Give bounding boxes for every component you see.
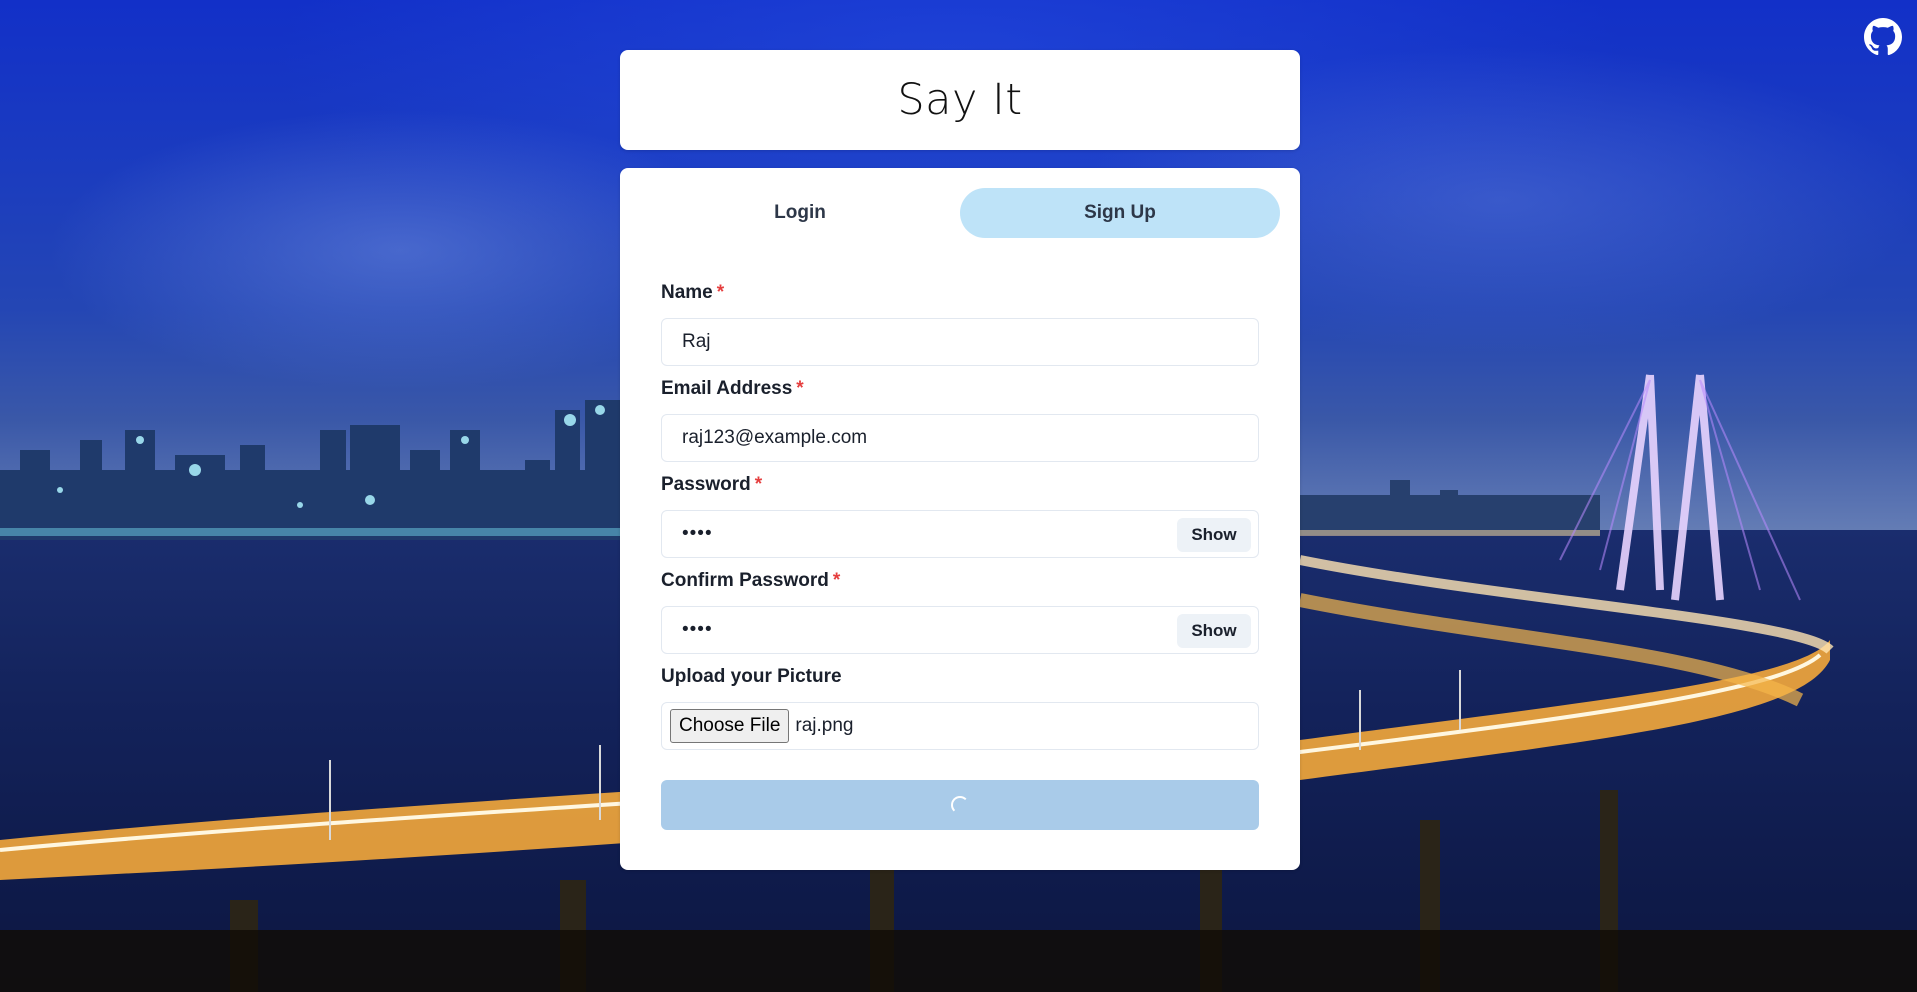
email-label: Email Address * bbox=[661, 377, 1259, 401]
tab-login[interactable]: Login bbox=[640, 188, 960, 238]
email-input[interactable]: raj123@example.com bbox=[661, 414, 1259, 462]
picture-file-input[interactable]: Choose File raj.png bbox=[661, 702, 1259, 750]
sign-up-submit-button[interactable] bbox=[661, 780, 1259, 830]
picture-field-group: Upload your Picture Choose File raj.png bbox=[661, 665, 1259, 750]
auth-tabs: Login Sign Up bbox=[640, 188, 1280, 238]
name-input[interactable]: Raj bbox=[661, 318, 1259, 366]
password-value: •••• bbox=[682, 523, 713, 544]
app-title: Say It bbox=[897, 75, 1023, 125]
show-confirm-password-button[interactable]: Show bbox=[1177, 614, 1251, 648]
password-input[interactable]: •••• Show bbox=[661, 510, 1259, 558]
email-value: raj123@example.com bbox=[682, 427, 868, 448]
required-mark: * bbox=[796, 378, 804, 399]
choose-file-button[interactable]: Choose File bbox=[670, 709, 790, 743]
password-label-text: Password bbox=[661, 474, 751, 495]
left-skyline bbox=[0, 400, 620, 540]
required-mark: * bbox=[716, 282, 725, 303]
tab-sign-up[interactable]: Sign Up bbox=[960, 188, 1280, 238]
github-icon[interactable] bbox=[1864, 18, 1902, 56]
confirm-password-input[interactable]: •••• Show bbox=[661, 606, 1259, 654]
selected-file-name: raj.png bbox=[795, 715, 854, 736]
name-value: Raj bbox=[682, 331, 711, 352]
app-header: Say It bbox=[620, 50, 1300, 150]
show-password-button[interactable]: Show bbox=[1177, 518, 1251, 552]
confirm-password-label: Confirm Password * bbox=[661, 569, 1259, 593]
confirm-password-field-group: Confirm Password * •••• Show bbox=[661, 569, 1259, 654]
name-label-text: Name bbox=[661, 282, 713, 303]
spinner-icon bbox=[951, 796, 969, 814]
password-field-group: Password * •••• Show bbox=[661, 473, 1259, 558]
picture-label: Upload your Picture bbox=[661, 666, 842, 687]
email-field-group: Email Address * raj123@example.com bbox=[661, 377, 1259, 462]
name-label: Name * bbox=[661, 281, 1259, 305]
required-mark: * bbox=[754, 474, 763, 495]
confirm-password-value: •••• bbox=[682, 619, 713, 640]
confirm-password-label-text: Confirm Password bbox=[661, 570, 829, 591]
required-mark: * bbox=[832, 570, 841, 591]
auth-card: Login Sign Up Name * Raj Email Address * r… bbox=[620, 168, 1300, 870]
email-label-text: Email Address bbox=[661, 378, 793, 399]
name-field-group: Name * Raj bbox=[661, 281, 1259, 366]
password-label: Password * bbox=[661, 473, 1259, 497]
right-skyline bbox=[1300, 480, 1600, 535]
